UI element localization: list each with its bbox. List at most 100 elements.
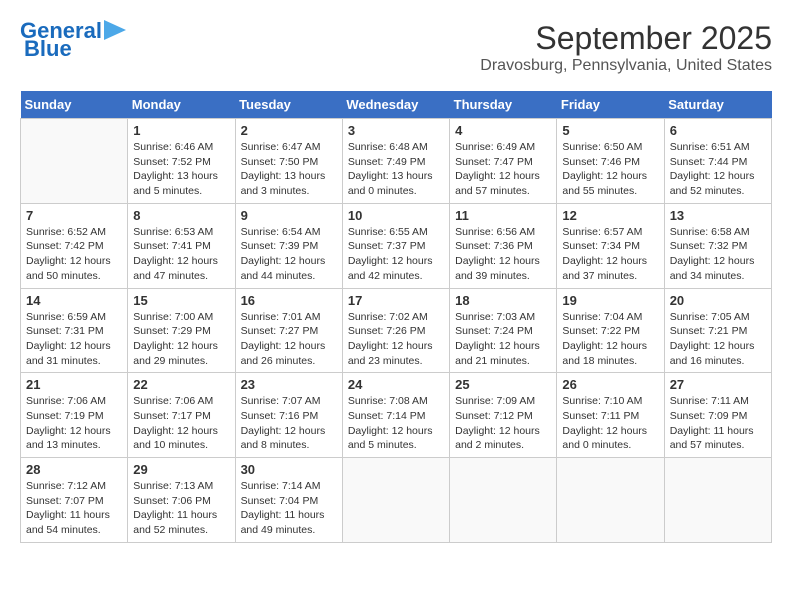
day-number: 13 bbox=[670, 208, 766, 223]
day-number: 14 bbox=[26, 293, 122, 308]
cell-info: Sunrise: 7:14 AMSunset: 7:04 PMDaylight:… bbox=[241, 479, 337, 538]
cell-info: Sunrise: 7:02 AMSunset: 7:26 PMDaylight:… bbox=[348, 310, 444, 369]
cell-info: Sunrise: 6:56 AMSunset: 7:36 PMDaylight:… bbox=[455, 225, 551, 284]
day-number: 5 bbox=[562, 123, 658, 138]
calendar-cell: 29Sunrise: 7:13 AMSunset: 7:06 PMDayligh… bbox=[128, 458, 235, 543]
day-number: 4 bbox=[455, 123, 551, 138]
day-number: 16 bbox=[241, 293, 337, 308]
cell-info: Sunrise: 6:53 AMSunset: 7:41 PMDaylight:… bbox=[133, 225, 229, 284]
calendar-cell: 20Sunrise: 7:05 AMSunset: 7:21 PMDayligh… bbox=[664, 288, 771, 373]
day-number: 19 bbox=[562, 293, 658, 308]
day-number: 28 bbox=[26, 462, 122, 477]
cell-info: Sunrise: 7:03 AMSunset: 7:24 PMDaylight:… bbox=[455, 310, 551, 369]
cell-info: Sunrise: 7:09 AMSunset: 7:12 PMDaylight:… bbox=[455, 394, 551, 453]
calendar-cell: 6 Sunrise: 6:51 AMSunset: 7:44 PMDaylight… bbox=[664, 119, 771, 204]
cell-info: Sunrise: 7:07 AMSunset: 7:16 PMDaylight:… bbox=[241, 394, 337, 453]
cell-info: Sunrise: 7:13 AMSunset: 7:06 PMDaylight:… bbox=[133, 479, 229, 538]
day-number: 2 bbox=[241, 123, 337, 138]
cell-info: Sunrise: 7:10 AMSunset: 7:11 PMDaylight:… bbox=[562, 394, 658, 453]
calendar-week-3: 14 Sunrise: 6:59 AMSunset: 7:31 PMDayligh… bbox=[21, 288, 772, 373]
day-number: 15 bbox=[133, 293, 229, 308]
day-number: 12 bbox=[562, 208, 658, 223]
calendar-cell: 17Sunrise: 7:02 AMSunset: 7:26 PMDayligh… bbox=[342, 288, 449, 373]
calendar-table: SundayMondayTuesdayWednesdayThursdayFrid… bbox=[20, 91, 772, 543]
calendar-cell: 12 Sunrise: 6:57 AMSunset: 7:34 PMDayligh… bbox=[557, 203, 664, 288]
calendar-cell: 10 Sunrise: 6:55 AMSunset: 7:37 PMDayligh… bbox=[342, 203, 449, 288]
day-number: 18 bbox=[455, 293, 551, 308]
calendar-cell: 8 Sunrise: 6:53 AMSunset: 7:41 PMDaylight… bbox=[128, 203, 235, 288]
calendar-week-4: 21 Sunrise: 7:06 AMSunset: 7:19 PMDayligh… bbox=[21, 373, 772, 458]
calendar-cell: 18 Sunrise: 7:03 AMSunset: 7:24 PMDayligh… bbox=[450, 288, 557, 373]
location-subtitle: Dravosburg, Pennsylvania, United States bbox=[480, 57, 772, 75]
day-number: 8 bbox=[133, 208, 229, 223]
calendar-cell: 14 Sunrise: 6:59 AMSunset: 7:31 PMDayligh… bbox=[21, 288, 128, 373]
day-number: 25 bbox=[455, 377, 551, 392]
column-header-wednesday: Wednesday bbox=[342, 91, 449, 119]
calendar-cell: 13 Sunrise: 6:58 AMSunset: 7:32 PMDayligh… bbox=[664, 203, 771, 288]
calendar-cell: 2Sunrise: 6:47 AMSunset: 7:50 PMDaylight… bbox=[235, 119, 342, 204]
cell-info: Sunrise: 7:00 AMSunset: 7:29 PMDaylight:… bbox=[133, 310, 229, 369]
column-header-saturday: Saturday bbox=[664, 91, 771, 119]
day-number: 26 bbox=[562, 377, 658, 392]
cell-info: Sunrise: 6:59 AMSunset: 7:31 PMDaylight:… bbox=[26, 310, 122, 369]
calendar-cell: 30Sunrise: 7:14 AMSunset: 7:04 PMDayligh… bbox=[235, 458, 342, 543]
page-header: General Blue September 2025 Dravosburg, … bbox=[20, 20, 772, 75]
calendar-cell: 3 Sunrise: 6:48 AMSunset: 7:49 PMDaylight… bbox=[342, 119, 449, 204]
calendar-week-5: 28 Sunrise: 7:12 AMSunset: 7:07 PMDayligh… bbox=[21, 458, 772, 543]
cell-info: Sunrise: 6:46 AMSunset: 7:52 PMDaylight:… bbox=[133, 140, 229, 199]
day-number: 7 bbox=[26, 208, 122, 223]
day-number: 24 bbox=[348, 377, 444, 392]
day-number: 27 bbox=[670, 377, 766, 392]
cell-info: Sunrise: 7:12 AMSunset: 7:07 PMDaylight:… bbox=[26, 479, 122, 538]
calendar-cell: 5 Sunrise: 6:50 AMSunset: 7:46 PMDaylight… bbox=[557, 119, 664, 204]
cell-info: Sunrise: 7:08 AMSunset: 7:14 PMDaylight:… bbox=[348, 394, 444, 453]
cell-info: Sunrise: 7:11 AMSunset: 7:09 PMDaylight:… bbox=[670, 394, 766, 453]
calendar-cell bbox=[342, 458, 449, 543]
cell-info: Sunrise: 6:57 AMSunset: 7:34 PMDaylight:… bbox=[562, 225, 658, 284]
calendar-header-row: SundayMondayTuesdayWednesdayThursdayFrid… bbox=[21, 91, 772, 119]
title-block: September 2025 Dravosburg, Pennsylvania,… bbox=[480, 20, 772, 75]
cell-info: Sunrise: 6:54 AMSunset: 7:39 PMDaylight:… bbox=[241, 225, 337, 284]
month-title: September 2025 bbox=[480, 20, 772, 57]
calendar-cell bbox=[21, 119, 128, 204]
logo-arrow-icon bbox=[104, 20, 126, 40]
column-header-thursday: Thursday bbox=[450, 91, 557, 119]
cell-info: Sunrise: 6:48 AMSunset: 7:49 PMDaylight:… bbox=[348, 140, 444, 199]
calendar-cell: 27 Sunrise: 7:11 AMSunset: 7:09 PMDayligh… bbox=[664, 373, 771, 458]
day-number: 3 bbox=[348, 123, 444, 138]
logo-text-blue: Blue bbox=[24, 38, 72, 60]
column-header-monday: Monday bbox=[128, 91, 235, 119]
cell-info: Sunrise: 7:04 AMSunset: 7:22 PMDaylight:… bbox=[562, 310, 658, 369]
day-number: 23 bbox=[241, 377, 337, 392]
calendar-cell: 23 Sunrise: 7:07 AMSunset: 7:16 PMDayligh… bbox=[235, 373, 342, 458]
cell-info: Sunrise: 7:06 AMSunset: 7:19 PMDaylight:… bbox=[26, 394, 122, 453]
day-number: 6 bbox=[670, 123, 766, 138]
calendar-week-1: 1 Sunrise: 6:46 AMSunset: 7:52 PMDaylight… bbox=[21, 119, 772, 204]
calendar-cell: 9 Sunrise: 6:54 AMSunset: 7:39 PMDaylight… bbox=[235, 203, 342, 288]
day-number: 10 bbox=[348, 208, 444, 223]
cell-info: Sunrise: 7:01 AMSunset: 7:27 PMDaylight:… bbox=[241, 310, 337, 369]
calendar-cell: 15 Sunrise: 7:00 AMSunset: 7:29 PMDayligh… bbox=[128, 288, 235, 373]
cell-info: Sunrise: 7:05 AMSunset: 7:21 PMDaylight:… bbox=[670, 310, 766, 369]
column-header-sunday: Sunday bbox=[21, 91, 128, 119]
cell-info: Sunrise: 6:55 AMSunset: 7:37 PMDaylight:… bbox=[348, 225, 444, 284]
cell-info: Sunrise: 6:50 AMSunset: 7:46 PMDaylight:… bbox=[562, 140, 658, 199]
calendar-cell: 21 Sunrise: 7:06 AMSunset: 7:19 PMDayligh… bbox=[21, 373, 128, 458]
day-number: 21 bbox=[26, 377, 122, 392]
cell-info: Sunrise: 6:58 AMSunset: 7:32 PMDaylight:… bbox=[670, 225, 766, 284]
calendar-cell: 7Sunrise: 6:52 AMSunset: 7:42 PMDaylight… bbox=[21, 203, 128, 288]
day-number: 9 bbox=[241, 208, 337, 223]
cell-info: Sunrise: 6:51 AMSunset: 7:44 PMDaylight:… bbox=[670, 140, 766, 199]
column-header-tuesday: Tuesday bbox=[235, 91, 342, 119]
calendar-cell: 28 Sunrise: 7:12 AMSunset: 7:07 PMDayligh… bbox=[21, 458, 128, 543]
calendar-cell bbox=[664, 458, 771, 543]
calendar-cell bbox=[557, 458, 664, 543]
calendar-cell: 16 Sunrise: 7:01 AMSunset: 7:27 PMDayligh… bbox=[235, 288, 342, 373]
calendar-cell: 19 Sunrise: 7:04 AMSunset: 7:22 PMDayligh… bbox=[557, 288, 664, 373]
calendar-cell: 22Sunrise: 7:06 AMSunset: 7:17 PMDayligh… bbox=[128, 373, 235, 458]
day-number: 1 bbox=[133, 123, 229, 138]
calendar-cell bbox=[450, 458, 557, 543]
column-header-friday: Friday bbox=[557, 91, 664, 119]
cell-info: Sunrise: 6:49 AMSunset: 7:47 PMDaylight:… bbox=[455, 140, 551, 199]
day-number: 11 bbox=[455, 208, 551, 223]
